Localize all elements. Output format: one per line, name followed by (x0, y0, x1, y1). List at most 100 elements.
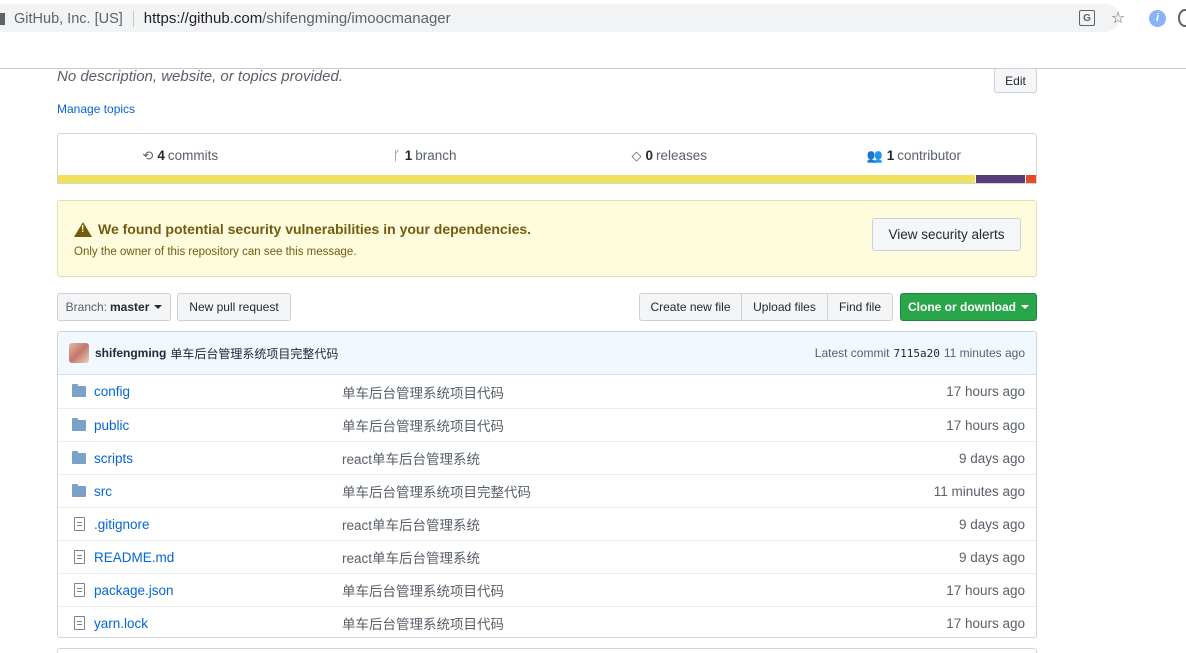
avatar[interactable] (69, 343, 89, 363)
language-bar[interactable] (58, 175, 1036, 183)
security-alert: We found potential security vulnerabilit… (57, 200, 1037, 277)
branch-prefix: Branch: (65, 300, 107, 314)
browser-address-bar: GitHub, Inc. [US] https://github.com/shi… (0, 0, 1186, 36)
table-row[interactable]: scripts react单车后台管理系统 9 days ago (58, 441, 1036, 474)
file-name-link[interactable]: config (94, 384, 342, 399)
table-row[interactable]: package.json 单车后台管理系统项目代码 17 hours ago (58, 573, 1036, 606)
contributors-link[interactable]: 👥 1 contributor (792, 148, 1037, 164)
branch-name: master (110, 300, 150, 314)
alert-subtitle: Only the owner of this repository can se… (74, 246, 357, 258)
latest-commit-info: Latest commit 7115a20 11 minutes ago (815, 346, 1025, 360)
extension-icon[interactable]: i (1149, 9, 1166, 27)
table-row[interactable]: public 单车后台管理系统项目代码 17 hours ago (58, 408, 1036, 441)
file-name-link[interactable]: public (94, 418, 342, 433)
file-commit-message[interactable]: react单车后台管理系统 (342, 547, 959, 567)
new-pull-request-button[interactable]: New pull request (177, 293, 291, 321)
folder-icon (64, 450, 94, 464)
file-name-link[interactable]: scripts (94, 451, 342, 466)
file-name-link[interactable]: .gitignore (94, 517, 342, 532)
file-commit-message[interactable]: 单车后台管理系统项目代码 (342, 415, 946, 435)
file-commit-message[interactable]: react单车后台管理系统 (342, 448, 959, 468)
file-commit-message[interactable]: 单车后台管理系统项目代码 (342, 580, 946, 600)
file-age: 9 days ago (958, 450, 1025, 466)
releases-label: releases (655, 148, 708, 163)
file-name-link[interactable]: package.json (94, 583, 342, 598)
omnibox-actions: G ☆ i (1065, 9, 1186, 27)
branch-icon: ᚴ (392, 148, 401, 163)
clone-label: Clone or download (908, 300, 1016, 314)
table-row[interactable]: .gitignore react单车后台管理系统 9 days ago (58, 507, 1036, 540)
branch-select-button[interactable]: Branch: master (57, 293, 171, 321)
lock-icon[interactable] (0, 12, 5, 25)
branch-count: 1 (404, 148, 413, 163)
commit-sha[interactable]: 7115a20 (893, 347, 939, 360)
language-segment[interactable] (976, 175, 1026, 183)
alert-icon (74, 221, 92, 237)
table-row[interactable]: src 单车后台管理系统项目完整代码 11 minutes ago (58, 474, 1036, 507)
folder-icon (64, 483, 94, 497)
file-table: shifengming 单车后台管理系统项目完整代码 Latest commit… (57, 331, 1037, 638)
certificate-label[interactable]: GitHub, Inc. [US] (14, 11, 123, 27)
profile-icon[interactable] (1178, 9, 1186, 27)
file-icon (64, 616, 94, 630)
file-age: 9 days ago (958, 549, 1025, 565)
table-row[interactable]: config 单车后台管理系统项目代码 17 hours ago (58, 375, 1036, 408)
find-file-button[interactable]: Find file (827, 293, 893, 321)
alert-title: We found potential security vulnerabilit… (98, 221, 532, 237)
upload-files-button[interactable]: Upload files (741, 293, 828, 321)
contributor-count: 1 (886, 148, 895, 163)
file-age: 17 hours ago (946, 615, 1025, 631)
file-commit-message[interactable]: 单车后台管理系统项目代码 (342, 613, 946, 633)
file-name-link[interactable]: README.md (94, 550, 342, 565)
language-segment[interactable] (1026, 175, 1036, 183)
caret-down-icon (1021, 305, 1029, 309)
file-age: 17 hours ago (946, 417, 1025, 433)
folder-icon (64, 384, 94, 397)
translate-icon[interactable]: G (1079, 10, 1095, 26)
clone-or-download-button[interactable]: Clone or download (900, 293, 1037, 321)
create-new-file-button[interactable]: Create new file (639, 293, 742, 321)
branch-label: branch (415, 148, 457, 163)
commit-age: 11 minutes ago (943, 346, 1025, 360)
repo-numbers-summary: ⟲ 4 commits ᚴ 1 branch ◇ 0 releases 👥 1 … (57, 133, 1037, 184)
releases-link[interactable]: ◇ 0 releases (547, 148, 792, 164)
star-icon[interactable]: ☆ (1109, 9, 1127, 27)
edit-description-button[interactable]: Edit (994, 68, 1037, 93)
branches-link[interactable]: ᚴ 1 branch (303, 148, 548, 163)
file-commit-message[interactable]: 单车后台管理系统项目完整代码 (342, 481, 934, 501)
repo-description: No description, website, or topics provi… (57, 68, 343, 85)
file-age: 17 hours ago (946, 384, 1025, 399)
file-name-link[interactable]: yarn.lock (94, 616, 342, 631)
url-host[interactable]: https://github.com (144, 10, 262, 27)
manage-topics-link[interactable]: Manage topics (57, 102, 135, 116)
folder-icon (64, 417, 94, 431)
commits-link[interactable]: ⟲ 4 commits (58, 148, 303, 164)
view-security-alerts-button[interactable]: View security alerts (872, 218, 1021, 251)
table-row[interactable]: README.md react单车后台管理系统 9 days ago (58, 540, 1036, 573)
latest-commit-label: Latest commit (814, 346, 890, 360)
file-icon (64, 583, 94, 597)
commit-author[interactable]: shifengming (95, 346, 166, 360)
contributor-label: contributor (897, 148, 961, 163)
omnibox-separator (132, 10, 134, 27)
file-age: 11 minutes ago (933, 483, 1025, 499)
file-icon (64, 517, 94, 531)
table-row[interactable]: yarn.lock 单车后台管理系统项目代码 17 hours ago (58, 606, 1036, 637)
file-age: 17 hours ago (946, 582, 1025, 598)
latest-commit-bar: shifengming 单车后台管理系统项目完整代码 Latest commit… (58, 332, 1036, 375)
commits-count: 4 (157, 148, 165, 163)
commit-message[interactable]: 单车后台管理系统项目完整代码 (170, 345, 338, 362)
releases-count: 0 (645, 148, 653, 163)
caret-down-icon (154, 305, 163, 309)
commits-label: commits (167, 148, 219, 163)
file-rows: config 单车后台管理系统项目代码 17 hours ago public 单车后台… (58, 375, 1036, 637)
url-path[interactable]: /shifengming/imoocmanager (262, 10, 450, 27)
file-name-link[interactable]: src (94, 484, 342, 499)
omnibox-content[interactable]: GitHub, Inc. [US] https://github.com/shi… (0, 10, 451, 27)
file-commit-message[interactable]: 单车后台管理系统项目代码 (342, 382, 946, 402)
file-commit-message[interactable]: react单车后台管理系统 (342, 514, 959, 534)
history-icon: ⟲ (142, 147, 154, 163)
file-age: 9 days ago (958, 516, 1025, 532)
tag-icon: ◇ (631, 147, 642, 163)
language-segment[interactable] (58, 175, 976, 183)
